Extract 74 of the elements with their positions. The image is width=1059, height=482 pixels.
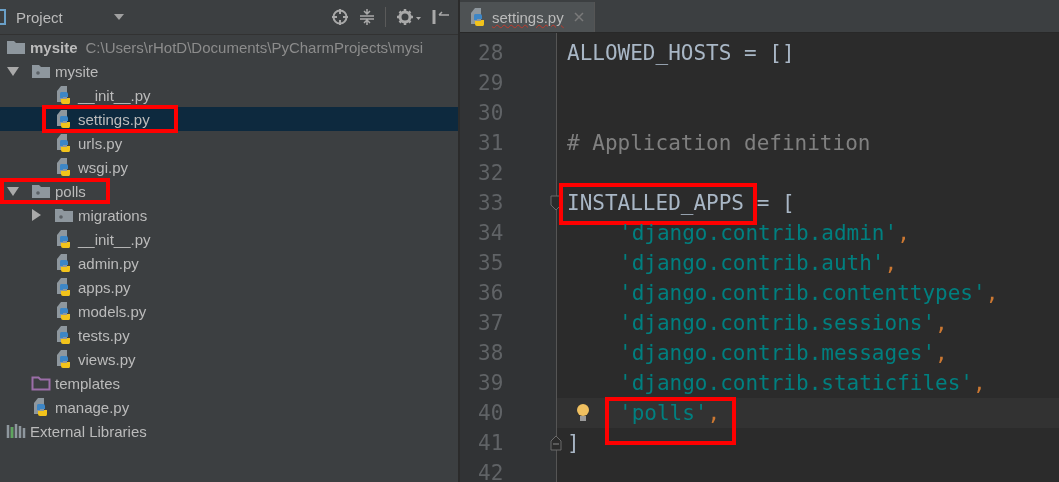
tree-item-label: __init__.py bbox=[78, 86, 151, 104]
code-punctuation: , bbox=[884, 251, 898, 275]
code-string: 'django.contrib.admin' bbox=[619, 221, 898, 245]
code-string: 'django.contrib.messages' bbox=[619, 341, 936, 365]
code-punctuation: , bbox=[935, 341, 948, 365]
tree-item-label: admin.py bbox=[78, 254, 139, 272]
code-string: 'django.contrib.contenttypes' bbox=[619, 281, 986, 305]
code-text: ] bbox=[567, 431, 580, 455]
package-folder-icon bbox=[54, 207, 74, 223]
locate-icon[interactable] bbox=[331, 8, 349, 26]
code-punctuation: , bbox=[897, 221, 910, 245]
expand-arrow-icon[interactable] bbox=[6, 64, 20, 78]
tree-item[interactable]: tests.py bbox=[0, 323, 458, 347]
tree-item-label: tests.py bbox=[78, 326, 130, 344]
tree-item-label: apps.py bbox=[78, 278, 131, 296]
code-string: 'polls' bbox=[619, 401, 708, 425]
tree-item-label: manage.py bbox=[55, 398, 130, 416]
code-string: 'django.contrib.auth' bbox=[619, 251, 885, 275]
package-folder-icon bbox=[31, 63, 51, 79]
code-punctuation: , bbox=[935, 311, 948, 335]
expand-arrow-icon[interactable] bbox=[29, 208, 43, 222]
tree-item[interactable]: polls bbox=[0, 179, 458, 203]
tree-item[interactable]: External Libraries bbox=[0, 419, 458, 443]
tree-item[interactable]: wsgi.py bbox=[0, 155, 458, 179]
tree-item-label: External Libraries bbox=[30, 422, 147, 440]
tree-item-label: settings.py bbox=[78, 110, 150, 128]
tree-item-label: wsgi.py bbox=[78, 158, 129, 176]
tree-item[interactable]: migrations bbox=[0, 203, 458, 227]
tree-item[interactable]: mysite bbox=[0, 59, 458, 83]
tree-item[interactable]: templates bbox=[0, 371, 458, 395]
tree-item-label: models.py bbox=[78, 302, 147, 320]
code-string: 'django.contrib.sessions' bbox=[619, 311, 936, 335]
tree-item[interactable]: models.py bbox=[0, 299, 458, 323]
hide-icon[interactable] bbox=[432, 8, 450, 26]
editor-tab[interactable]: settings.py bbox=[460, 2, 595, 32]
libraries-icon bbox=[6, 423, 26, 439]
tree-item-label: migrations bbox=[78, 206, 148, 224]
tree-item-label: templates bbox=[55, 374, 121, 392]
package-folder-icon bbox=[31, 183, 51, 199]
tree-item-label: __init__.py bbox=[78, 230, 151, 248]
collapse-icon[interactable] bbox=[359, 8, 375, 26]
tree-item[interactable]: __init__.py bbox=[0, 83, 458, 107]
fold-marker-icon[interactable] bbox=[550, 435, 562, 451]
code-punctuation: , bbox=[973, 371, 986, 395]
project-view-dropdown[interactable]: Project bbox=[12, 8, 129, 26]
code-text: ALLOWED_HOSTS = [] bbox=[567, 41, 795, 65]
caret-icon bbox=[112, 13, 125, 21]
code-text: INSTALLED_APPS bbox=[567, 191, 744, 215]
expand-arrow-icon[interactable] bbox=[6, 184, 20, 198]
folder-icon bbox=[6, 39, 26, 55]
code-punctuation: , bbox=[985, 281, 999, 305]
code-comment: # Application definition bbox=[567, 131, 871, 155]
tree-item[interactable]: views.py bbox=[0, 347, 458, 371]
tree-item[interactable]: manage.py bbox=[0, 395, 458, 419]
tree-item[interactable]: mysite C:\Users\rHotD\Documents\PyCharmProjects\mysi bbox=[0, 35, 458, 59]
tree-item[interactable]: apps.py bbox=[0, 275, 458, 299]
folder-icon bbox=[31, 375, 51, 391]
tree-item[interactable]: admin.py bbox=[0, 251, 458, 275]
tree-item-label: views.py bbox=[78, 350, 136, 368]
settings-icon[interactable] bbox=[396, 8, 422, 26]
tree-item[interactable]: settings.py bbox=[0, 107, 458, 131]
fold-marker-icon[interactable] bbox=[550, 195, 562, 211]
tree-item-label: urls.py bbox=[78, 134, 123, 152]
code-text: = [ bbox=[755, 191, 795, 215]
code-string: 'django.contrib.staticfiles' bbox=[619, 371, 973, 395]
tree-item-label: mysite bbox=[30, 38, 78, 56]
lightbulb-icon[interactable] bbox=[576, 403, 590, 423]
panel-icon bbox=[0, 9, 6, 25]
tree-item[interactable]: urls.py bbox=[0, 131, 458, 155]
tree-item-label: polls bbox=[55, 182, 86, 200]
project-path: C:\Users\rHotD\Documents\PyCharmProjects\mysi bbox=[85, 38, 424, 56]
tree-item[interactable]: __init__.py bbox=[0, 227, 458, 251]
code-punctuation: , bbox=[707, 401, 721, 425]
tree-item-label: mysite bbox=[55, 62, 99, 80]
